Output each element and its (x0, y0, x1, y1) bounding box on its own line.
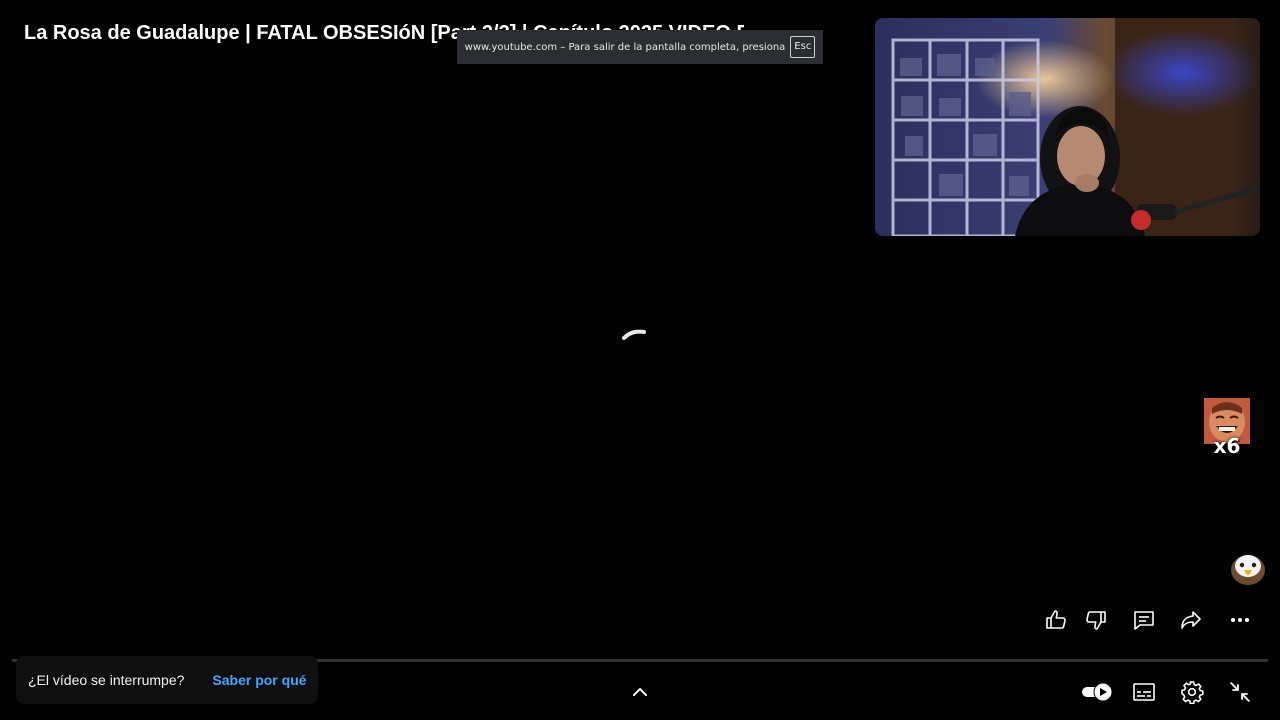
like-button[interactable] (1040, 604, 1072, 636)
more-horizontal-icon (1231, 618, 1249, 622)
loading-spinner-icon (616, 322, 652, 358)
dislike-button[interactable] (1080, 604, 1112, 636)
reaction-count: x6 (1213, 434, 1241, 458)
toast-message: ¿El vídeo se interrumpe? (28, 672, 185, 688)
comments-button[interactable] (1128, 604, 1160, 636)
thumb-up-icon (1046, 610, 1066, 629)
buffering-toast: ¿El vídeo se interrumpe? Saber por qué (16, 656, 318, 704)
comment-icon (1134, 611, 1154, 630)
share-icon (1181, 611, 1201, 629)
autoplay-toggle-icon (1082, 682, 1113, 702)
autoplay-toggle[interactable] (1080, 676, 1114, 708)
subtitles-icon (1133, 683, 1155, 701)
learn-why-link[interactable]: Saber por qué (212, 672, 306, 688)
exit-fullscreen-icon (1230, 682, 1250, 702)
thumb-down-icon (1086, 611, 1106, 630)
share-button[interactable] (1175, 604, 1207, 636)
streamer-webcam-overlay (875, 18, 1260, 236)
fullscreen-exit-notice: www.youtube.com – Para salir de la panta… (457, 30, 823, 64)
subtitles-button[interactable] (1128, 676, 1160, 708)
chat-reaction-overlay: x6 (1204, 398, 1250, 460)
exit-fullscreen-button[interactable] (1224, 676, 1256, 708)
gear-icon (1181, 681, 1204, 704)
chevron-up-icon (633, 688, 647, 696)
expand-panel-button[interactable] (624, 676, 656, 708)
eagle-avatar (1230, 552, 1266, 586)
esc-key-hint: Esc (790, 36, 816, 58)
fullscreen-notice-text: www.youtube.com – Para salir de la panta… (464, 41, 786, 53)
more-actions-button[interactable] (1224, 604, 1256, 636)
settings-button[interactable] (1176, 676, 1208, 708)
